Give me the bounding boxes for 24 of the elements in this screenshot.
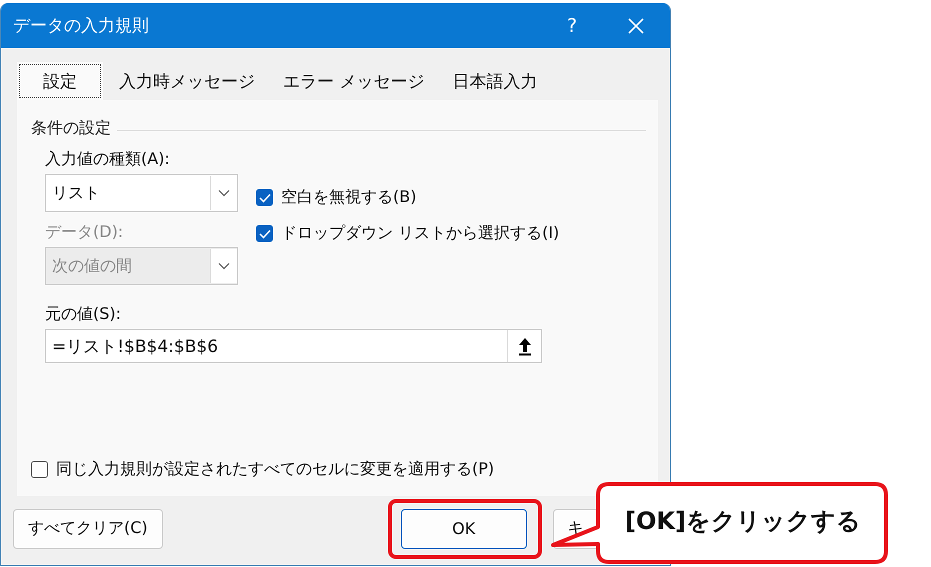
checkbox[interactable] <box>31 461 48 478</box>
dialog-button[interactable]: OK <box>400 508 527 548</box>
callout-text: [OK]をクリックする <box>625 506 861 537</box>
field-label: データ(D): <box>45 222 124 243</box>
chevron-icon <box>218 262 230 270</box>
checkbox-label: 同じ入力規則が設定されたすべてのセルに変更を適用する(P) <box>56 459 494 480</box>
close-icon <box>627 16 645 34</box>
help-button[interactable]: ? <box>552 6 592 46</box>
checkbox-label: 空白を無視する(B) <box>281 187 416 208</box>
up-arrow-icon <box>516 336 532 356</box>
checkmark-icon <box>258 192 270 202</box>
window-title: データの入力規則 <box>13 15 150 37</box>
dropdown[interactable]: リスト <box>45 174 238 212</box>
section-title: 条件の設定 <box>31 118 111 139</box>
checkbox[interactable] <box>256 189 273 206</box>
checkmark-icon <box>258 228 270 238</box>
tab[interactable]: 設定 <box>17 62 103 100</box>
chevron-icon <box>218 189 230 197</box>
checkbox-label: ドロップダウン リストから選択する(I) <box>281 223 560 244</box>
checkbox[interactable] <box>256 225 273 242</box>
input-field[interactable]: =リスト!$B$4:$B$6 <box>45 329 542 363</box>
field-label: 入力値の種類(A): <box>45 149 171 170</box>
dialog-button[interactable]: すべてクリア(C) <box>13 508 163 548</box>
field-label: 元の値(S): <box>45 304 122 325</box>
